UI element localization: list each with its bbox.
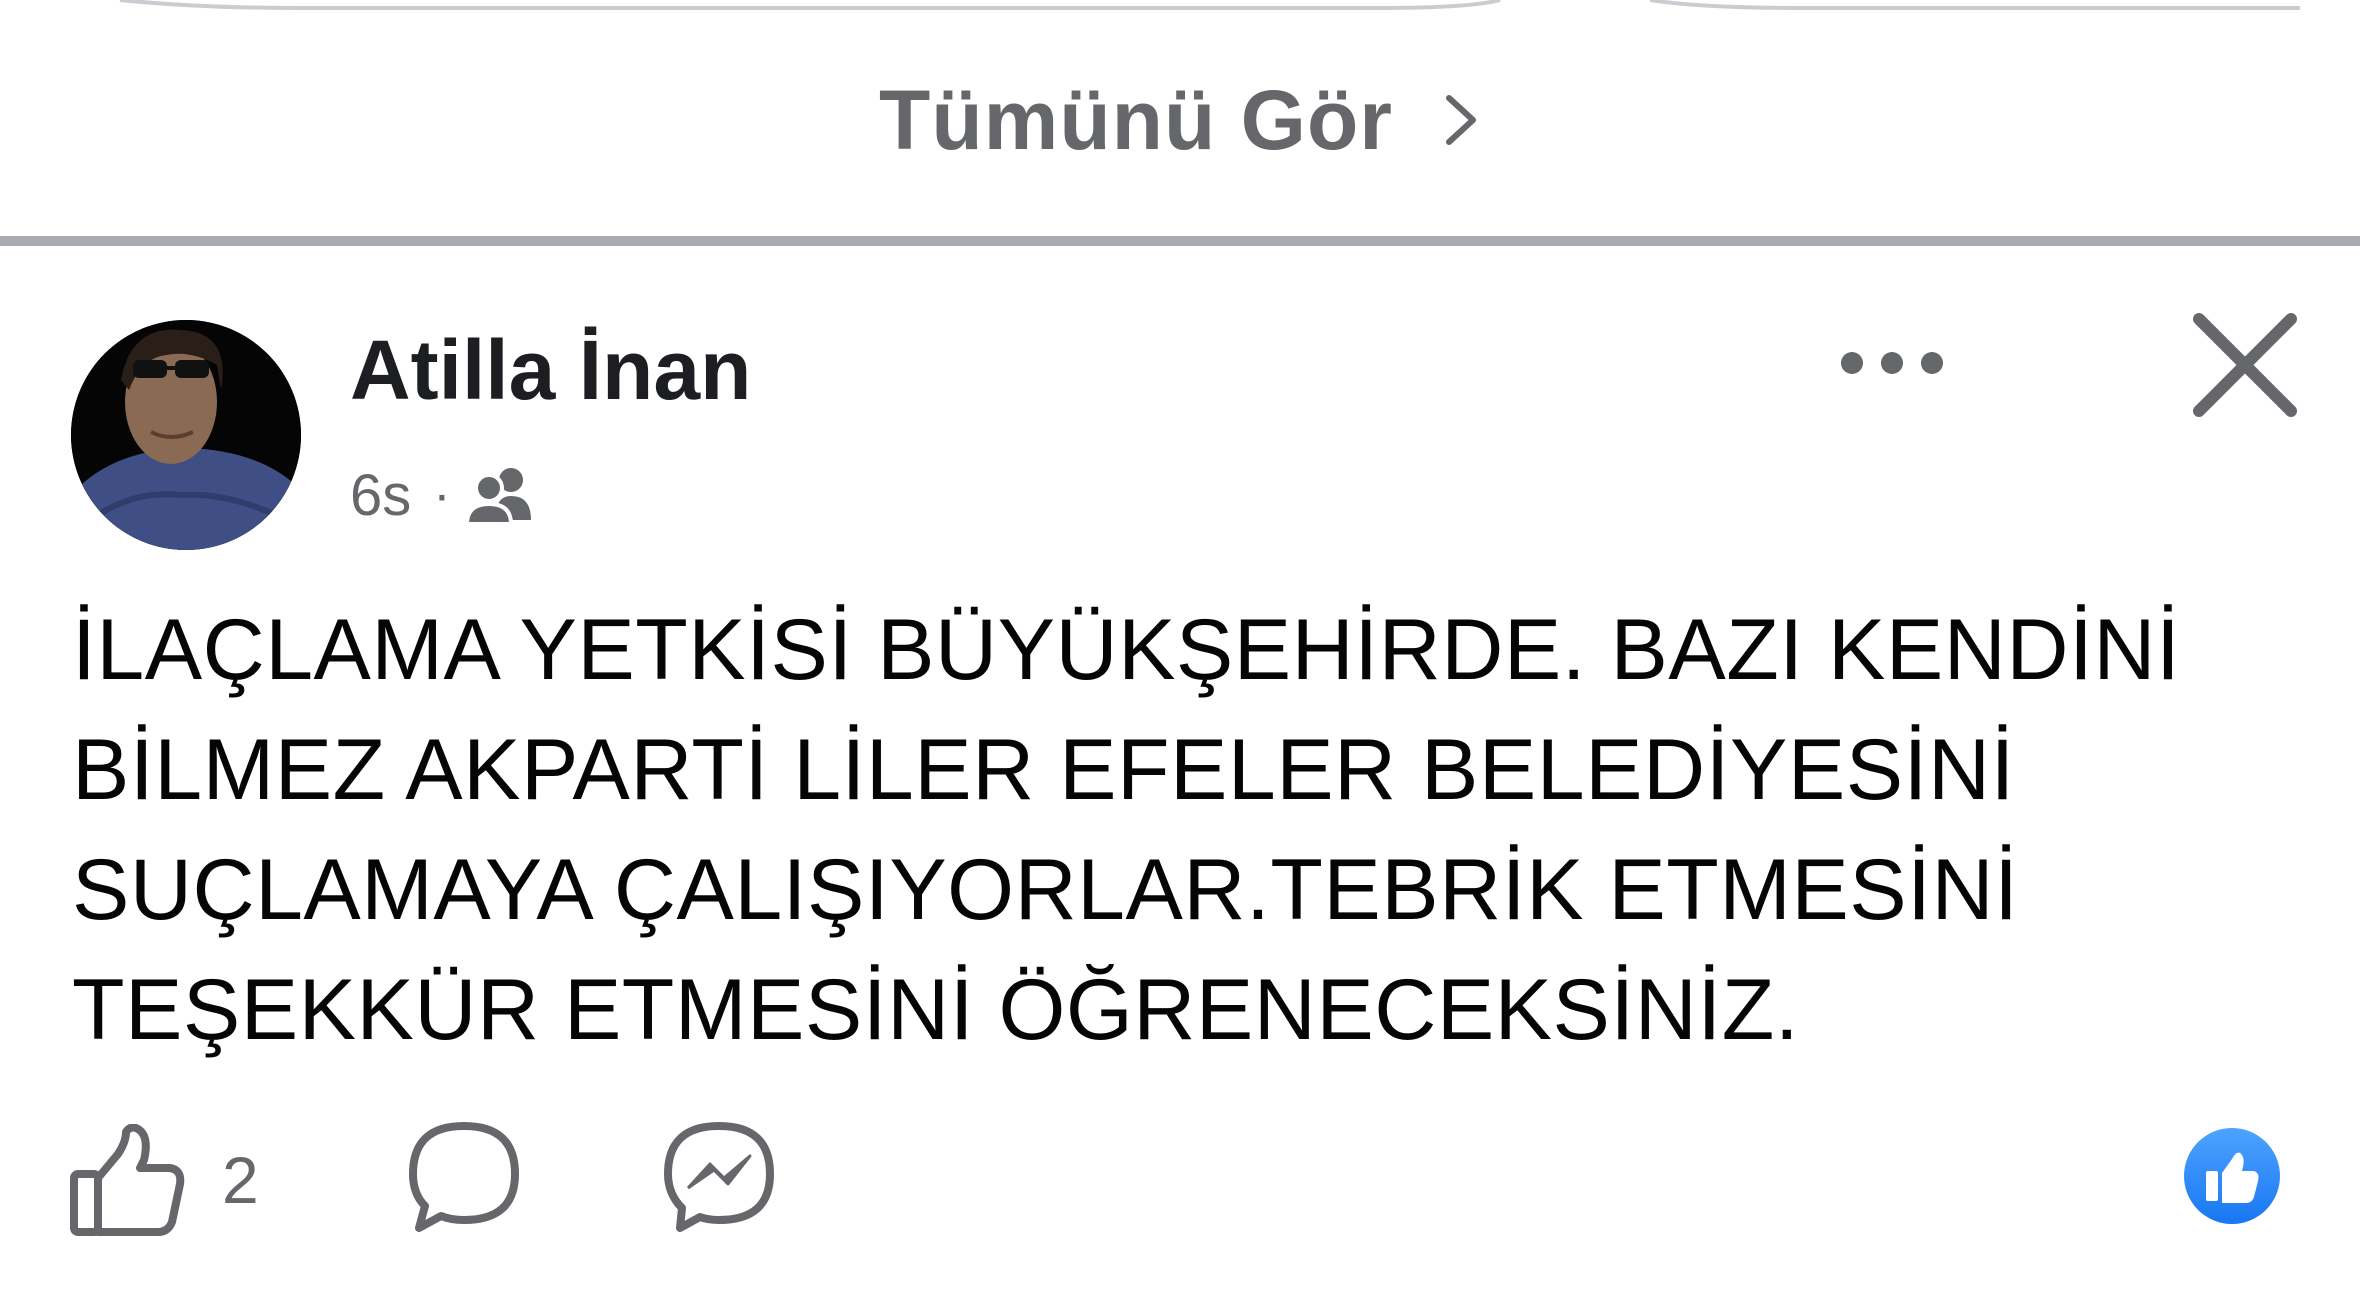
reaction-thumb-icon	[2206, 1152, 2259, 1203]
section-divider	[0, 236, 2360, 246]
see-all-link[interactable]: Tümünü Gör	[0, 60, 2360, 180]
more-options-icon[interactable]	[1836, 338, 1948, 388]
thumbs-up-icon	[70, 1124, 185, 1236]
avatar-image	[71, 320, 301, 550]
post-meta: 6s ·	[350, 455, 535, 535]
close-icon[interactable]	[2185, 305, 2305, 425]
comment-icon[interactable]	[405, 1118, 523, 1236]
chevron-right-icon	[1445, 95, 1476, 145]
post-body: İLAÇLAMA YETKİSİ BÜYÜKŞEHİRDE. BAZI KEND…	[72, 602, 2181, 1058]
author-name[interactable]: Atilla İnan	[350, 322, 751, 419]
previous-card-edges	[119, 0, 2300, 10]
like-reaction-icon	[2184, 1128, 2280, 1224]
messenger-icon[interactable]	[660, 1118, 778, 1236]
author-avatar[interactable]	[71, 320, 301, 550]
meta-separator: ·	[433, 466, 451, 524]
like-button[interactable]: 2	[70, 1124, 259, 1236]
see-all-label: Tümünü Gör	[879, 72, 1393, 167]
like-count: 2	[222, 1143, 259, 1217]
post-actions: 2	[70, 1120, 259, 1240]
friends-icon[interactable]	[464, 464, 535, 526]
post-time[interactable]: 6s	[350, 462, 411, 529]
post-screen: Tümünü Gör Atilla İnan 6s · İLAÇLAMA YET…	[0, 0, 2360, 1291]
